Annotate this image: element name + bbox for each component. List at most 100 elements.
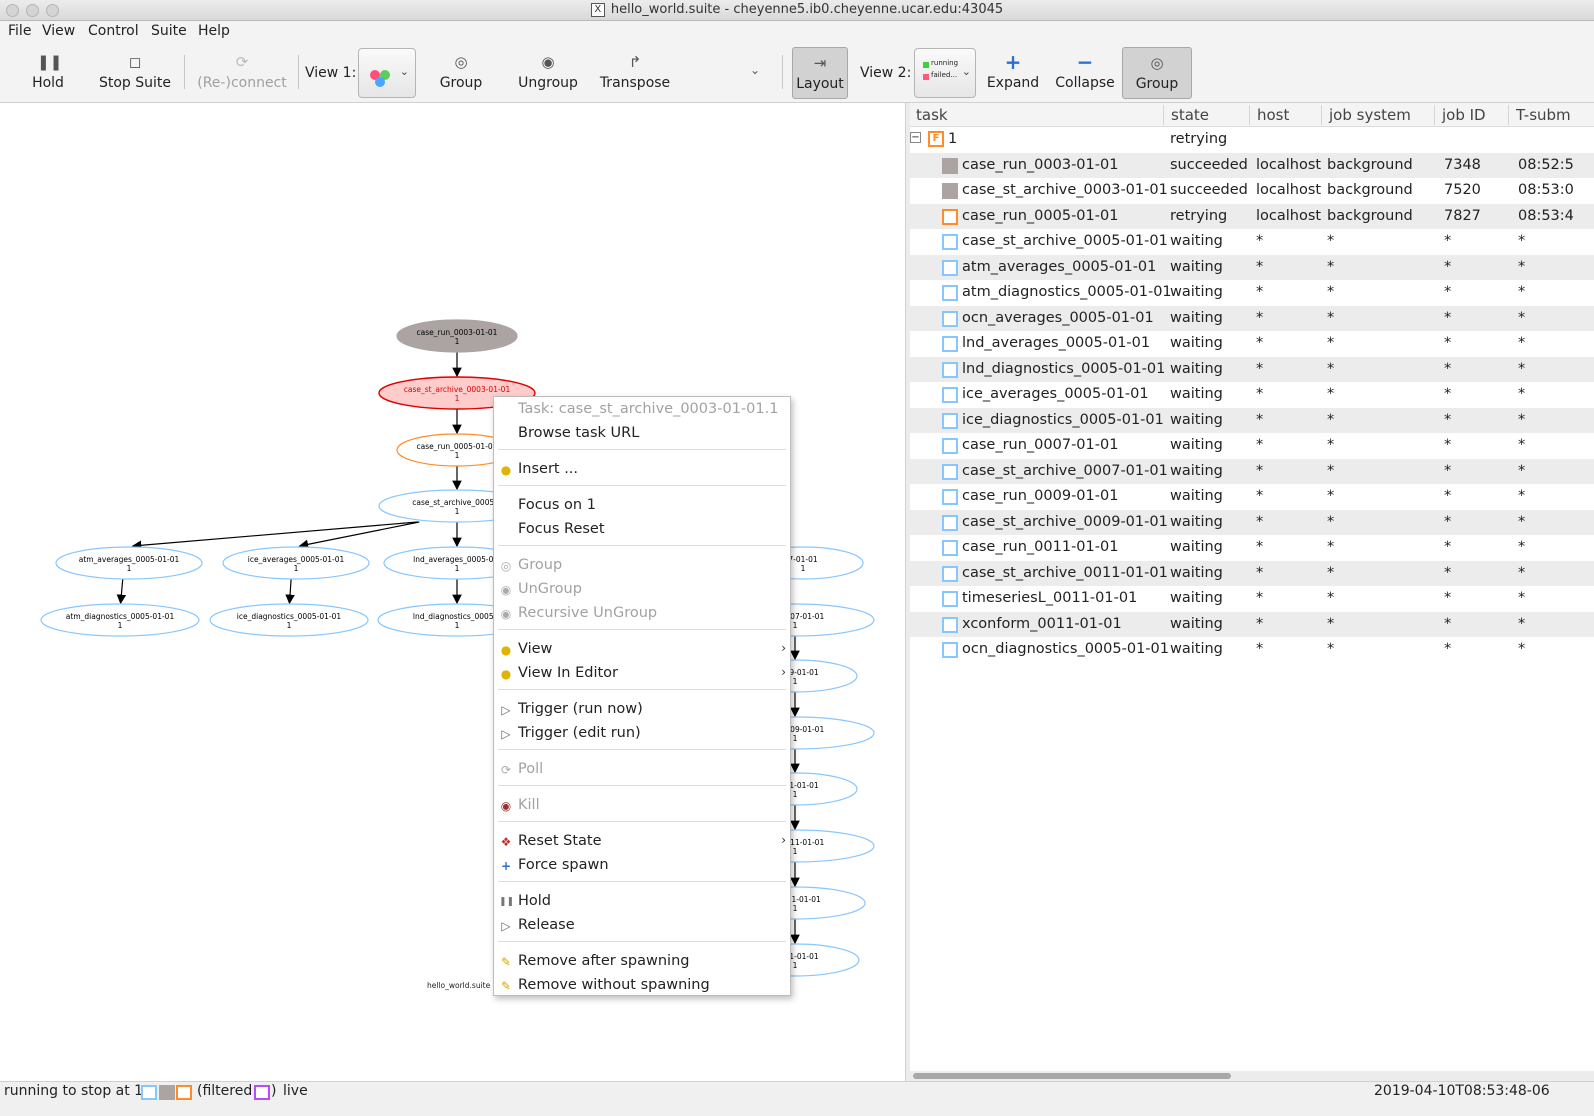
collapse-toggle-icon[interactable]: −: [910, 132, 921, 143]
view1-selector[interactable]: ⌄: [358, 48, 416, 98]
task-job-system: background: [1327, 207, 1413, 224]
graph-node-cycle: 1: [793, 621, 798, 630]
menu-recursive-ungroup[interactable]: Recursive UnGroup: [518, 605, 657, 621]
menu-file[interactable]: File: [8, 23, 31, 39]
task-row[interactable]: case_run_0003-01-01 succeeded localhost bac…: [910, 152, 1594, 178]
graph-node[interactable]: case_run_0003-01-011: [396, 319, 518, 353]
layout-icon: ⇥: [813, 54, 827, 72]
task-row[interactable]: timeseriesL_0011-01-01 waiting * * * *: [910, 586, 1594, 612]
collapse-button[interactable]: − Collapse: [1052, 47, 1118, 99]
menu-focus-on[interactable]: Focus on 1: [518, 497, 596, 513]
column-host[interactable]: host: [1257, 106, 1289, 124]
menu-suite[interactable]: Suite: [151, 23, 187, 39]
graph-node[interactable]: atm_averages_0005-01-011: [55, 546, 203, 580]
task-row[interactable]: ice_averages_0005-01-01 waiting * * * *: [910, 382, 1594, 408]
task-state: waiting: [1170, 615, 1223, 632]
succeeded-state-swatch: [159, 1085, 175, 1100]
menu-poll[interactable]: Poll: [518, 761, 543, 777]
group-toggle-button[interactable]: ◎ Group: [1122, 47, 1192, 99]
task-job-system: *: [1327, 335, 1335, 351]
horizontal-scrollbar[interactable]: [910, 1071, 1594, 1081]
dot-graph-icon: [370, 70, 390, 87]
menu-view[interactable]: View: [42, 23, 75, 39]
column-job-id[interactable]: job ID: [1442, 106, 1486, 124]
task-job-id: *: [1444, 590, 1452, 606]
ungroup-button[interactable]: ◉ Ungroup: [512, 47, 584, 99]
menu-group[interactable]: Group: [518, 557, 562, 573]
column-state[interactable]: state: [1171, 106, 1209, 124]
task-row[interactable]: ocn_averages_0005-01-01 waiting * * * *: [910, 305, 1594, 331]
reconnect-button[interactable]: ⟳ (Re-)connect: [194, 47, 290, 99]
task-state: retrying: [1170, 207, 1228, 224]
task-row[interactable]: atm_diagnostics_0005-01-01 waiting * * * *: [910, 280, 1594, 306]
menu-insert[interactable]: Insert ...: [518, 461, 578, 477]
task-row[interactable]: case_run_0011-01-01 waiting * * * *: [910, 535, 1594, 561]
menu-browse-task-url[interactable]: Browse task URL: [518, 425, 639, 441]
graph-node[interactable]: atm_diagnostics_0005-01-011: [40, 603, 200, 637]
stop-suite-button[interactable]: ◻ Stop Suite: [94, 47, 176, 99]
menu-focus-reset[interactable]: Focus Reset: [518, 521, 605, 537]
column-job-system[interactable]: job system: [1329, 106, 1411, 124]
task-row[interactable]: case_st_archive_0009-01-01 waiting * * * *: [910, 509, 1594, 535]
graph-node[interactable]: ice_diagnostics_0005-01-011: [209, 603, 369, 637]
state-icon: [942, 463, 958, 480]
task-row[interactable]: xconform_0011-01-01 waiting * * * *: [910, 611, 1594, 637]
task-state: waiting: [1170, 233, 1223, 249]
task-submit-time: *: [1518, 411, 1526, 428]
view2-selector[interactable]: running failed... ⌄: [914, 48, 976, 98]
family-row[interactable]: − F 1 retrying: [910, 127, 1594, 153]
menu-remove-after-spawning[interactable]: Remove after spawning: [518, 953, 689, 969]
menu-release[interactable]: Release: [518, 917, 575, 933]
task-row[interactable]: ice_diagnostics_0005-01-01 waiting * * * *: [910, 407, 1594, 433]
menu-ungroup[interactable]: UnGroup: [518, 581, 582, 597]
task-row[interactable]: case_st_archive_0005-01-01 waiting * * * *: [910, 229, 1594, 255]
task-host: *: [1256, 488, 1264, 504]
menu-force-spawn[interactable]: Force spawn: [518, 857, 609, 873]
menu-reset-state[interactable]: Reset State: [518, 833, 602, 849]
task-row[interactable]: ocn_diagnostics_0005-01-01 waiting * * * *: [910, 637, 1594, 663]
toolbar-overflow-button[interactable]: ⌄: [742, 47, 768, 99]
task-row[interactable]: case_run_0005-01-01 retrying localhost back…: [910, 203, 1594, 229]
state-icon: [942, 361, 958, 378]
kill-icon: ◉: [500, 799, 512, 813]
column-t-submit[interactable]: T-subm: [1516, 106, 1571, 124]
task-row[interactable]: case_st_archive_0003-01-01 succeeded local…: [910, 178, 1594, 204]
task-row[interactable]: atm_averages_0005-01-01 waiting * * * *: [910, 254, 1594, 280]
task-job-system: *: [1327, 564, 1335, 581]
group-button[interactable]: ◎ Group: [430, 47, 492, 99]
menu-remove-without-spawning[interactable]: Remove without spawning: [518, 977, 710, 993]
task-name: xconform_0011-01-01: [962, 615, 1122, 632]
transpose-button[interactable]: ↱ Transpose: [596, 47, 674, 99]
task-row[interactable]: case_st_archive_0007-01-01 waiting * * * *: [910, 458, 1594, 484]
reset-state-icon: ❖: [500, 835, 512, 849]
graph-edge: [298, 521, 420, 550]
graph-node-cycle: 1: [793, 847, 798, 856]
menu-trigger-run-now[interactable]: Trigger (run now): [518, 701, 643, 717]
task-tree-view[interactable]: task state host job system job ID T-subm…: [910, 103, 1594, 1081]
menu-hold[interactable]: Hold: [518, 893, 551, 909]
menu-kill[interactable]: Kill: [518, 797, 540, 813]
menu-control[interactable]: Control: [88, 23, 139, 39]
task-row[interactable]: case_run_0009-01-01 waiting * * * *: [910, 484, 1594, 510]
menu-help[interactable]: Help: [198, 23, 230, 39]
menu-trigger-edit-run[interactable]: Trigger (edit run): [518, 725, 641, 741]
column-task[interactable]: task: [916, 106, 948, 124]
menu-view-in-editor[interactable]: View In Editor: [518, 665, 618, 681]
graph-edge: [131, 521, 418, 551]
layout-button[interactable]: ⇥ Layout: [792, 47, 848, 99]
graph-node[interactable]: ice_averages_0005-01-011: [222, 546, 370, 580]
task-submit-time: *: [1518, 513, 1526, 530]
hold-button[interactable]: ❚❚ Hold: [18, 47, 78, 99]
task-row[interactable]: case_run_0007-01-01 waiting * * * *: [910, 433, 1594, 459]
task-row[interactable]: lnd_diagnostics_0005-01-01 waiting * * * *: [910, 356, 1594, 382]
task-submit-time: *: [1518, 462, 1526, 479]
minus-icon: −: [1076, 50, 1094, 74]
menu-view[interactable]: View: [518, 641, 552, 657]
graph-node-cycle: 1: [455, 394, 460, 403]
expand-button[interactable]: + Expand: [984, 47, 1042, 99]
task-row[interactable]: case_st_archive_0011-01-01 waiting * * * *: [910, 560, 1594, 586]
task-name: case_st_archive_0007-01-01: [962, 462, 1168, 479]
scrollbar-thumb[interactable]: [913, 1073, 1231, 1079]
task-row[interactable]: lnd_averages_0005-01-01 waiting * * * *: [910, 331, 1594, 357]
play-icon: ▷: [501, 703, 511, 717]
